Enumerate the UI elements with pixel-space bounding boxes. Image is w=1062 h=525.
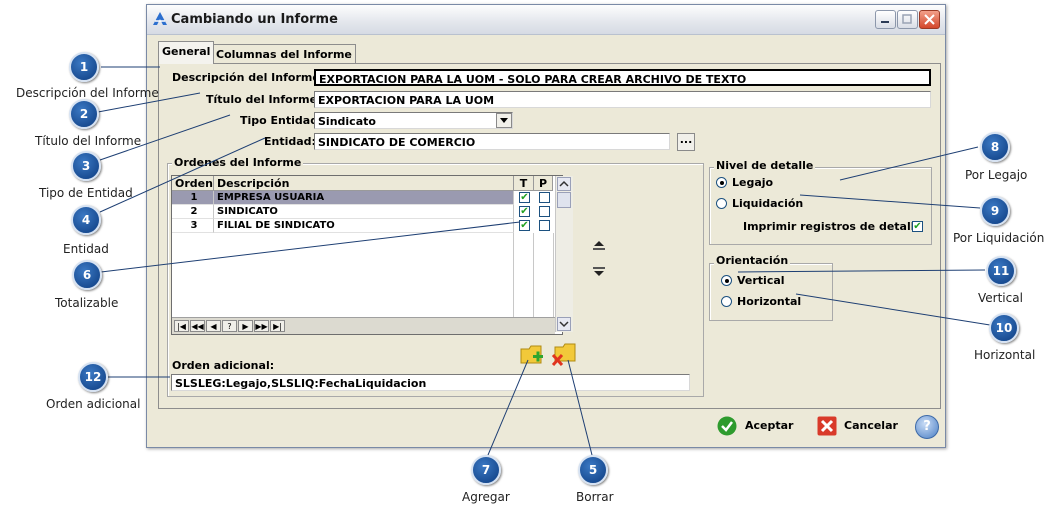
callout-lines — [97, 66, 991, 456]
callout-caption-agregar: Agregar — [462, 490, 510, 504]
callout-caption-por-legajo: Por Legajo — [965, 168, 1028, 182]
callout-badge-3: 3 — [71, 151, 101, 181]
callout-line-6 — [100, 221, 521, 273]
callout-line-10 — [795, 293, 991, 326]
callout-badge-8: 8 — [980, 132, 1010, 162]
tab-general[interactable]: General — [158, 41, 215, 64]
callout-badge-9: 9 — [980, 196, 1010, 226]
callout-line-5 — [567, 359, 593, 456]
callout-caption-borrar: Borrar — [576, 490, 614, 504]
callout-caption-tipo-entidad: Tipo de Entidad — [39, 186, 133, 200]
callout-line-8 — [839, 146, 979, 181]
callout-badge-7: 7 — [471, 455, 501, 485]
callout-caption-horizontal: Horizontal — [974, 348, 1036, 362]
callout-badge-2: 2 — [69, 99, 99, 129]
callout-caption-entidad: Entidad — [63, 242, 109, 256]
callout-line-11 — [737, 269, 986, 273]
callout-caption-vertical: Vertical — [978, 291, 1023, 305]
callout-line-4 — [99, 137, 266, 213]
callout-caption-totalizable: Totalizable — [55, 296, 119, 310]
callout-badge-4: 4 — [71, 205, 101, 235]
callout-badge-11: 11 — [986, 256, 1016, 286]
callout-badge-5: 5 — [578, 455, 608, 485]
callout-badge-1: 1 — [69, 52, 99, 82]
callout-badge-10: 10 — [989, 313, 1019, 343]
callout-badge-12: 12 — [78, 362, 108, 392]
callout-caption-orden-adicional: Orden adicional — [46, 397, 141, 411]
callout-line-9 — [799, 194, 981, 209]
callout-badge-6: 6 — [72, 260, 102, 290]
callout-line-7 — [487, 359, 529, 456]
callout-caption-por-liquidacion: Por Liquidación — [953, 231, 1045, 245]
callout-caption-descripcion: Descripción del Informe — [16, 86, 159, 100]
callout-caption-titulo: Título del Informe — [35, 134, 142, 148]
